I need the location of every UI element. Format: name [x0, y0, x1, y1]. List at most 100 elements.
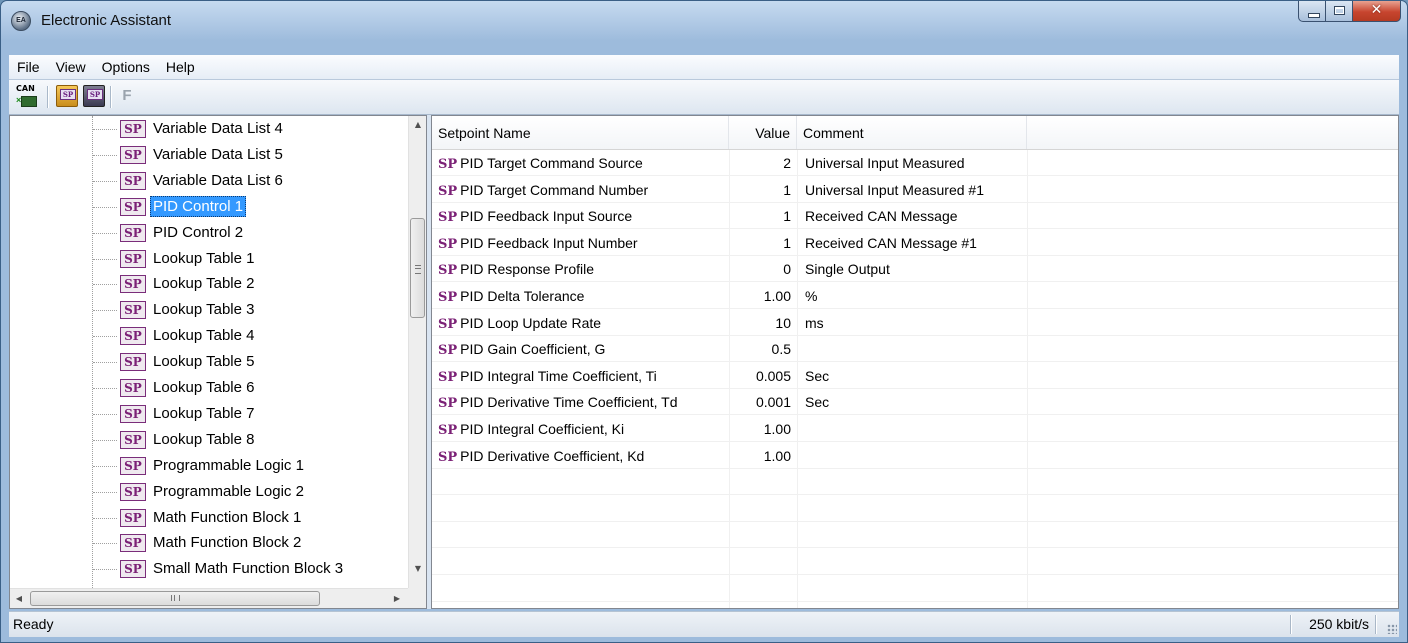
- setpoint-value: 1: [783, 208, 791, 225]
- setpoint-row[interactable]: SP PID Loop Update Rate 10 ms: [432, 310, 1398, 336]
- minimize-button[interactable]: [1298, 1, 1326, 22]
- tree-item-label[interactable]: Lookup Table 7: [150, 403, 257, 424]
- setpoint-name-cell: SP PID Feedback Input Number: [438, 230, 728, 256]
- window-controls: ✕: [1298, 1, 1401, 23]
- save-setpoint-file-button[interactable]: SP: [83, 85, 105, 107]
- tree-item-label[interactable]: Lookup Table 6: [150, 377, 257, 398]
- column-header-comment[interactable]: Comment: [797, 116, 1027, 149]
- tree-connector-line: [93, 569, 117, 571]
- tree-item[interactable]: SP Programmable Logic 2: [10, 479, 408, 505]
- scroll-right-arrow-icon[interactable]: ▶: [388, 589, 406, 608]
- setpoint-name: PID Target Command Source: [460, 155, 643, 171]
- setpoint-sp-icon: SP: [120, 145, 146, 164]
- tree-item-label[interactable]: Lookup Table 3: [150, 299, 257, 320]
- tree-item-label[interactable]: Lookup Table 8: [150, 429, 257, 450]
- tree-item-label[interactable]: Variable Data List 4: [150, 118, 286, 139]
- setpoint-row[interactable]: SP PID Integral Coefficient, Ki 1.00: [432, 416, 1398, 442]
- tree-item-label[interactable]: Small Math Function Block 3: [150, 558, 346, 579]
- tree-item[interactable]: SP Lookup Table 2: [10, 271, 408, 297]
- tree-item[interactable]: SP Lookup Table 5: [10, 349, 408, 375]
- tree-item-label[interactable]: PID Control 1: [150, 195, 247, 217]
- tree-item[interactable]: SP Lookup Table 1: [10, 246, 408, 272]
- setpoint-sp-icon: SP: [120, 275, 146, 294]
- scroll-up-arrow-icon[interactable]: ▲: [409, 116, 426, 134]
- tree-item-label[interactable]: Lookup Table 1: [150, 248, 257, 269]
- setpoint-row[interactable]: SP PID Feedback Input Source 1 Received CAN…: [432, 203, 1398, 230]
- setpoint-sp-icon: SP: [438, 157, 458, 172]
- tree-item[interactable]: SP Lookup Table 6: [10, 375, 408, 401]
- tree-item[interactable]: SP Variable Data List 6: [10, 168, 408, 194]
- can-connect-button[interactable]: CAN ×: [16, 84, 38, 107]
- setpoint-row[interactable]: SP PID Response Profile 0 Single Output: [432, 256, 1398, 283]
- tree-connector-line: [93, 362, 117, 364]
- setpoint-row[interactable]: SP PID Gain Coefficient, G 0.5: [432, 336, 1398, 363]
- title-bar[interactable]: EA Electronic Assistant ✕: [1, 1, 1407, 41]
- setpoint-value: 10: [775, 314, 791, 331]
- setpoint-row[interactable]: SP PID Target Command Source 2 Universal In…: [432, 150, 1398, 176]
- setpoint-row[interactable]: SP PID Target Command Number 1 Universal In…: [432, 177, 1398, 203]
- can-icon-label: CAN: [16, 84, 35, 93]
- tree-item-label[interactable]: Programmable Logic 2: [150, 481, 307, 502]
- tree-item[interactable]: SP Lookup Table 4: [10, 323, 408, 349]
- tree-item[interactable]: SP Variable Data List 4: [10, 116, 408, 142]
- tree-connector-line: [93, 154, 117, 156]
- menu-options[interactable]: Options: [94, 59, 158, 75]
- setpoint-comment: Sec: [805, 367, 830, 384]
- flash-button[interactable]: F: [116, 85, 138, 107]
- tree-item[interactable]: SP Math Function Block 2: [10, 530, 408, 556]
- tree-item-label[interactable]: Lookup Table 2: [150, 273, 257, 294]
- tree-item-label[interactable]: Lookup Table 4: [150, 325, 257, 346]
- scroll-left-arrow-icon[interactable]: ◀: [10, 589, 28, 608]
- tree-item-label[interactable]: Variable Data List 6: [150, 170, 286, 191]
- toolbar-separator: [47, 86, 48, 108]
- tree-item[interactable]: SP Lookup Table 8: [10, 427, 408, 453]
- tree-item[interactable]: SP Variable Data List 5: [10, 142, 408, 168]
- tree-item-label[interactable]: Variable Data List 5: [150, 144, 286, 165]
- setpoint-name: PID Feedback Input Source: [460, 208, 633, 225]
- setpoint-name-cell: SP PID Integral Time Coefficient, Ti: [438, 363, 728, 389]
- setpoint-sp-icon: SP: [120, 327, 146, 346]
- scrollbar-corner: [408, 588, 426, 608]
- menu-view[interactable]: View: [48, 59, 94, 75]
- tree-item[interactable]: SP Lookup Table 3: [10, 297, 408, 323]
- tree-connector-line: [93, 388, 117, 389]
- setpoint-row[interactable]: SP PID Derivative Time Coefficient, Td 0.0…: [432, 389, 1398, 416]
- tree-connector-line: [93, 439, 117, 441]
- scroll-down-arrow-icon[interactable]: ▼: [409, 560, 426, 578]
- column-header-setpoint-name[interactable]: Setpoint Name: [432, 116, 729, 149]
- setpoint-comment: %: [805, 288, 818, 304]
- tree-hscroll-thumb[interactable]: [30, 591, 320, 606]
- setpoint-name: PID Delta Tolerance: [460, 288, 585, 304]
- setpoint-sp-icon: SP: [438, 369, 458, 385]
- tree-item[interactable]: SP PID Control 2: [10, 220, 408, 246]
- column-header-value[interactable]: Value: [729, 116, 797, 149]
- tree-item[interactable]: SP Small Math Function Block 3: [10, 556, 408, 582]
- tree-item-label[interactable]: Programmable Logic 1: [150, 455, 307, 476]
- client-area: SP Variable Data List 4 SP Variable Data Li…: [9, 115, 1399, 609]
- app-logo-icon[interactable]: EA: [11, 11, 31, 31]
- open-setpoint-file-button[interactable]: SP: [56, 85, 78, 107]
- setpoint-name: PID Gain Coefficient, G: [460, 341, 606, 358]
- tree-item-label[interactable]: Math Function Block 1: [150, 507, 304, 528]
- setpoint-row[interactable]: SP PID Delta Tolerance 1.00%: [432, 283, 1398, 309]
- menu-help[interactable]: Help: [158, 59, 203, 75]
- tree-item-label[interactable]: Lookup Table 5: [150, 351, 257, 372]
- tree-item[interactable]: SP Lookup Table 7: [10, 401, 408, 427]
- tree-rows: SP Variable Data List 4 SP Variable Data Li…: [10, 116, 408, 588]
- tree-vscroll-thumb[interactable]: [410, 218, 425, 318]
- resize-grip-icon[interactable]: [1387, 624, 1397, 634]
- tree-item-label[interactable]: PID Control 2: [150, 222, 246, 243]
- tree-item-label[interactable]: Math Function Block 2: [150, 532, 304, 553]
- close-button[interactable]: ✕: [1353, 1, 1401, 22]
- setpoint-sp-icon: SP: [120, 456, 146, 475]
- setpoint-row[interactable]: SP PID Integral Time Coefficient, Ti 0.005…: [432, 363, 1398, 389]
- tree-horizontal-scrollbar[interactable]: ◀ ▶: [10, 588, 408, 608]
- tree-item[interactable]: SP PID Control 1: [10, 194, 408, 220]
- setpoint-row[interactable]: SP PID Feedback Input Number 1 Received CAN…: [432, 230, 1398, 256]
- tree-item[interactable]: SP Math Function Block 1: [10, 505, 408, 531]
- maximize-button[interactable]: [1326, 1, 1353, 22]
- tree-vertical-scrollbar[interactable]: ▲ ▼: [408, 116, 426, 588]
- tree-item[interactable]: SP Programmable Logic 1: [10, 453, 408, 479]
- menu-file[interactable]: File: [9, 59, 48, 75]
- setpoint-row[interactable]: SP PID Derivative Coefficient, Kd 1.00: [432, 443, 1398, 469]
